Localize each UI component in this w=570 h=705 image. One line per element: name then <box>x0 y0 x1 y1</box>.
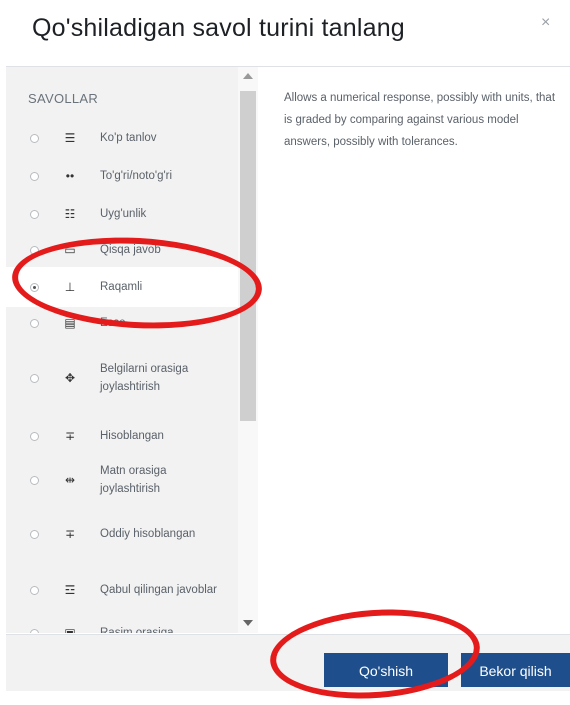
option-multianswer[interactable]: ☲ Qabul qilingan javoblar <box>6 569 238 611</box>
radio-button[interactable] <box>30 209 39 219</box>
option-shortanswer[interactable]: ▭ Qisqa javob <box>6 237 238 263</box>
shortanswer-icon: ▭ <box>64 243 76 257</box>
option-label: Matn orasiga joylashtirish <box>100 465 167 495</box>
option-calculated-simple[interactable]: ∓ Oddiy hisoblangan <box>6 513 238 555</box>
option-numerical[interactable]: ⊥ Raqamli <box>6 267 238 307</box>
option-label: Ko'p tanlov <box>100 132 157 144</box>
section-heading: SAVOLLAR <box>28 91 99 106</box>
multianswer-icon: ☲ <box>64 583 76 597</box>
scroll-down-arrow-icon[interactable] <box>243 620 253 626</box>
option-multichoice[interactable]: ☰ Ko'p tanlov <box>6 125 238 151</box>
dialog-header: Qo'shiladigan savol turini tanlang × <box>0 0 570 64</box>
option-label: Raqamli <box>100 281 143 293</box>
matching-icon: ☷ <box>64 207 76 221</box>
option-label: To'g'ri/noto'g'ri <box>100 170 173 182</box>
radio-button[interactable] <box>30 628 39 633</box>
close-icon[interactable]: × <box>541 14 550 32</box>
calculated-icon: ∓ <box>64 429 76 443</box>
radio-button[interactable] <box>30 318 39 328</box>
option-label: Oddiy hisoblangan <box>100 528 196 540</box>
radio-button[interactable] <box>30 245 39 255</box>
option-matching[interactable]: ☷ Uyg'unlik <box>6 201 238 227</box>
scroll-up-arrow-icon[interactable] <box>243 73 253 79</box>
option-calculated[interactable]: ∓ Hisoblangan <box>6 423 238 449</box>
drag-drop-text-icon: ⇹ <box>64 473 76 487</box>
option-label: Esse <box>100 317 126 329</box>
numerical-icon: ⊥ <box>64 280 76 294</box>
dialog-footer: Qo'shish Bekor qilish <box>6 634 570 691</box>
truefalse-icon: •• <box>65 169 75 183</box>
question-type-list: SAVOLLAR ☰ Ko'p tanlov •• To'g'ri/noto'g… <box>6 67 238 633</box>
radio-button[interactable] <box>30 431 39 441</box>
multichoice-icon: ☰ <box>64 131 76 145</box>
radio-button[interactable] <box>30 475 39 485</box>
cancel-button[interactable]: Bekor qilish <box>461 653 570 687</box>
dialog-title: Qo'shiladigan savol turini tanlang <box>32 14 405 42</box>
option-label: Uyg'unlik <box>100 208 147 220</box>
option-drag-drop-text[interactable]: ⇹ Matn orasiga joylashtirish <box>6 459 238 501</box>
essay-icon: ▤ <box>64 316 76 330</box>
radio-button[interactable] <box>30 585 39 595</box>
question-type-description: Allows a numerical response, possibly wi… <box>284 92 556 148</box>
choose-question-type-dialog: Qo'shiladigan savol turini tanlang × SAV… <box>0 0 570 705</box>
option-drag-drop-markers[interactable]: ✥ Belgilarni orasiga joylashtirish <box>6 347 238 409</box>
radio-button[interactable] <box>30 373 39 383</box>
radio-button[interactable] <box>30 282 39 292</box>
dialog-body: SAVOLLAR ☰ Ko'p tanlov •• To'g'ri/noto'g… <box>6 66 570 635</box>
option-label: Rasim orasiga <box>100 627 174 633</box>
option-label: Qabul qilingan javoblar <box>100 584 217 596</box>
add-button[interactable]: Qo'shish <box>324 653 448 687</box>
option-label: Hisoblangan <box>100 430 164 442</box>
drag-drop-markers-icon: ✥ <box>64 371 76 385</box>
radio-button[interactable] <box>30 171 39 181</box>
option-essay[interactable]: ▤ Esse <box>6 311 238 335</box>
options-scrollbar[interactable] <box>238 67 258 633</box>
radio-button[interactable] <box>30 529 39 539</box>
scrollbar-thumb[interactable] <box>240 91 256 421</box>
option-label: Belgilarni orasiga joylashtirish <box>100 363 189 393</box>
calculated-simple-icon: ∓ <box>64 527 76 541</box>
radio-button[interactable] <box>30 133 39 143</box>
drag-drop-image-icon: ▣ <box>64 626 76 633</box>
option-drag-drop-image[interactable]: ▣ Rasim orasiga <box>6 623 238 633</box>
option-truefalse[interactable]: •• To'g'ri/noto'g'ri <box>6 163 238 189</box>
option-label: Qisqa javob <box>100 244 161 256</box>
